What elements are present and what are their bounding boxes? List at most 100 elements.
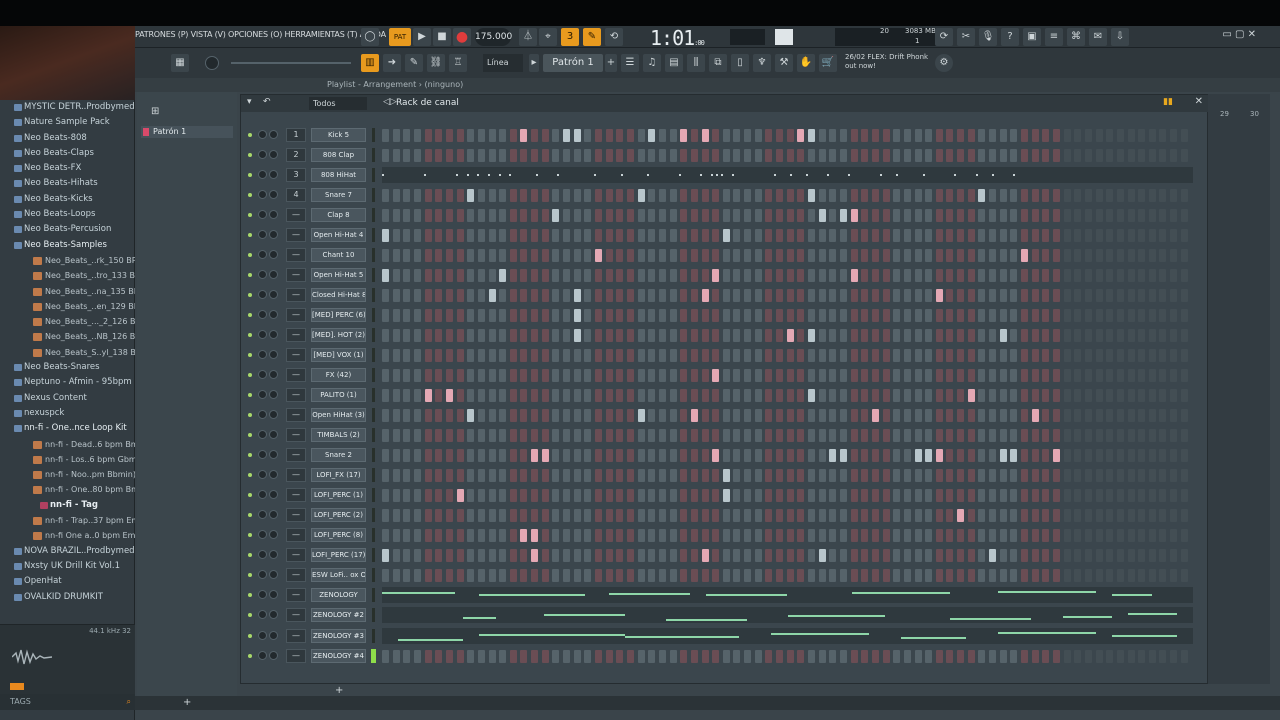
step-button[interactable] bbox=[648, 149, 656, 163]
step-button[interactable] bbox=[744, 189, 752, 203]
volume-knob[interactable] bbox=[269, 310, 278, 320]
step-button[interactable] bbox=[1138, 429, 1146, 443]
step-button[interactable] bbox=[531, 389, 539, 403]
step-button[interactable] bbox=[871, 389, 879, 403]
step-button[interactable] bbox=[1138, 129, 1146, 142]
step-button[interactable] bbox=[584, 529, 592, 543]
step-button[interactable] bbox=[1074, 489, 1082, 503]
step-button[interactable] bbox=[584, 269, 592, 283]
step-button[interactable] bbox=[871, 189, 879, 203]
step-button[interactable] bbox=[584, 209, 592, 223]
step-button[interactable] bbox=[605, 569, 613, 583]
step-button[interactable] bbox=[797, 649, 805, 663]
step-button[interactable] bbox=[669, 269, 677, 283]
pan-knob[interactable] bbox=[258, 630, 267, 640]
step-button[interactable] bbox=[1063, 649, 1071, 663]
step-button[interactable] bbox=[382, 389, 389, 403]
step-button[interactable] bbox=[1138, 489, 1146, 503]
step-button[interactable] bbox=[1170, 509, 1178, 523]
step-button[interactable] bbox=[903, 129, 911, 142]
step-button[interactable] bbox=[424, 269, 432, 283]
step-button[interactable] bbox=[829, 489, 837, 503]
step-button[interactable] bbox=[531, 529, 539, 543]
step-button[interactable] bbox=[690, 429, 698, 443]
step-button[interactable] bbox=[957, 269, 965, 283]
step-button[interactable] bbox=[1052, 289, 1060, 303]
step-button[interactable] bbox=[584, 509, 592, 523]
step-button[interactable] bbox=[829, 209, 837, 223]
step-button[interactable] bbox=[1052, 489, 1060, 503]
step-button[interactable] bbox=[935, 269, 943, 283]
step-button[interactable] bbox=[616, 249, 624, 263]
step-button[interactable] bbox=[669, 249, 677, 263]
step-button[interactable] bbox=[829, 449, 837, 463]
step-button[interactable] bbox=[935, 529, 943, 543]
step-button[interactable] bbox=[1106, 309, 1114, 323]
step-button[interactable] bbox=[552, 249, 560, 263]
step-button[interactable] bbox=[1170, 429, 1178, 443]
step-button[interactable] bbox=[978, 529, 986, 543]
step-button[interactable] bbox=[690, 289, 698, 303]
step-button[interactable] bbox=[967, 129, 975, 142]
step-button[interactable] bbox=[1021, 569, 1028, 583]
step-button[interactable] bbox=[626, 529, 634, 543]
step-button[interactable] bbox=[456, 569, 464, 583]
step-button[interactable] bbox=[1148, 309, 1156, 323]
step-button[interactable] bbox=[1031, 349, 1039, 363]
step-button[interactable] bbox=[722, 129, 730, 142]
step-button[interactable] bbox=[1148, 509, 1156, 523]
step-button[interactable] bbox=[1010, 149, 1018, 163]
browser-item[interactable]: Neo Beats-Claps bbox=[0, 146, 135, 161]
step-button[interactable] bbox=[722, 229, 730, 243]
step-button[interactable] bbox=[1180, 229, 1188, 243]
step-button[interactable] bbox=[616, 469, 624, 483]
step-button[interactable] bbox=[839, 369, 847, 383]
browser-item[interactable]: Nxsty UK Drill Kit Vol.1 bbox=[0, 559, 135, 574]
step-button[interactable] bbox=[935, 449, 943, 463]
step-button[interactable] bbox=[445, 129, 453, 142]
mixer-track-number[interactable]: — bbox=[286, 568, 306, 583]
step-button[interactable] bbox=[1031, 329, 1039, 343]
step-button[interactable] bbox=[1180, 349, 1188, 363]
piano-roll-icon[interactable]: ♫ bbox=[643, 54, 661, 72]
link-icon[interactable]: ⛓ bbox=[427, 54, 445, 72]
step-button[interactable] bbox=[1010, 369, 1018, 383]
step-button[interactable] bbox=[382, 549, 389, 563]
mixer-track-number[interactable]: — bbox=[286, 208, 306, 223]
step-button[interactable] bbox=[413, 489, 421, 503]
step-button[interactable] bbox=[871, 329, 879, 343]
step-button[interactable] bbox=[1095, 509, 1103, 523]
step-button[interactable] bbox=[967, 369, 975, 383]
step-button[interactable] bbox=[573, 209, 581, 223]
step-button[interactable] bbox=[499, 429, 507, 443]
pan-knob[interactable] bbox=[258, 290, 267, 300]
step-button[interactable] bbox=[733, 389, 741, 403]
step-button[interactable] bbox=[786, 509, 794, 523]
step-button[interactable] bbox=[818, 369, 826, 383]
step-button[interactable] bbox=[1010, 569, 1018, 583]
step-button[interactable] bbox=[1159, 369, 1167, 383]
step-button[interactable] bbox=[637, 209, 645, 223]
step-button[interactable] bbox=[1170, 649, 1178, 663]
step-button[interactable] bbox=[392, 389, 400, 403]
window-controls-icon[interactable]: ▭ ▢ ✕ bbox=[1222, 29, 1256, 40]
step-button[interactable] bbox=[786, 129, 794, 142]
step-button[interactable] bbox=[797, 329, 805, 343]
step-button[interactable] bbox=[839, 649, 847, 663]
step-button[interactable] bbox=[435, 429, 443, 443]
step-button[interactable] bbox=[563, 269, 571, 283]
step-button[interactable] bbox=[1127, 409, 1135, 423]
step-button[interactable] bbox=[797, 509, 805, 523]
step-button[interactable] bbox=[999, 469, 1007, 483]
step-button[interactable] bbox=[605, 449, 613, 463]
step-button[interactable] bbox=[584, 429, 592, 443]
step-button[interactable] bbox=[957, 189, 965, 203]
step-button[interactable] bbox=[1148, 449, 1156, 463]
step-button[interactable] bbox=[1031, 309, 1039, 323]
step-button[interactable] bbox=[712, 389, 720, 403]
mixer-track-number[interactable]: — bbox=[286, 548, 306, 563]
step-button[interactable] bbox=[669, 149, 677, 163]
step-button[interactable] bbox=[754, 569, 762, 583]
step-button[interactable] bbox=[946, 409, 954, 423]
step-button[interactable] bbox=[861, 189, 869, 203]
